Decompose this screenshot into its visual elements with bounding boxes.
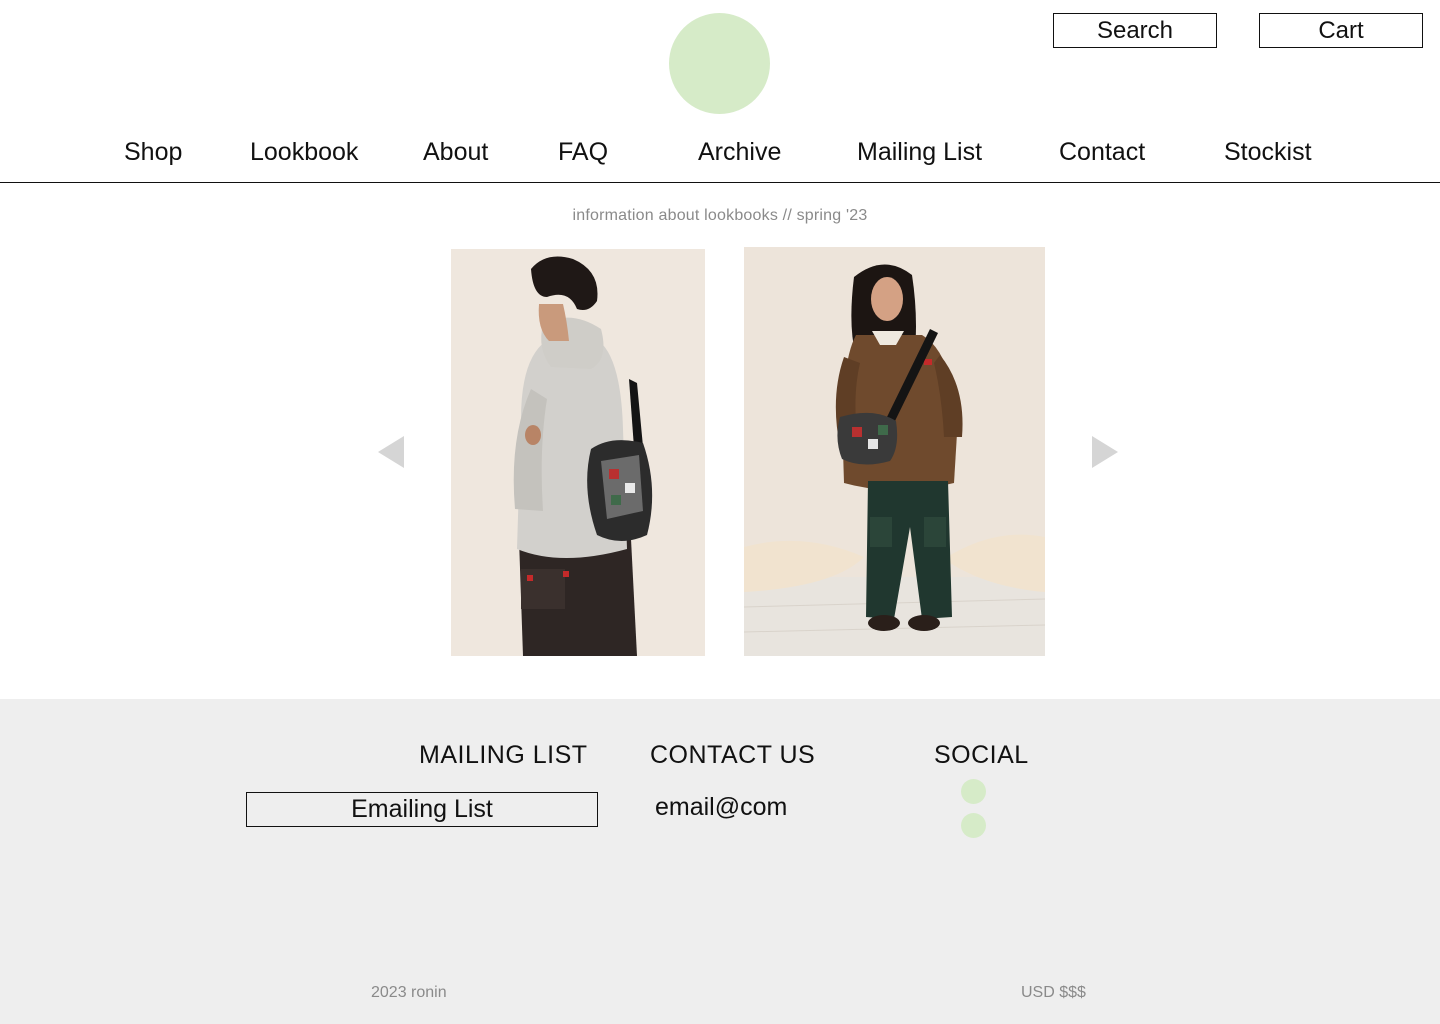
mailing-list-input[interactable]: Emailing List: [246, 792, 598, 827]
cart-button[interactable]: Cart: [1259, 13, 1423, 48]
search-button[interactable]: Search: [1053, 13, 1217, 48]
nav-item-lookbook[interactable]: Lookbook: [250, 138, 358, 167]
nav-item-faq[interactable]: FAQ: [558, 138, 608, 167]
nav-item-archive[interactable]: Archive: [698, 138, 781, 167]
site-footer: MAILING LIST Emailing List CONTACT US em…: [0, 699, 1440, 1024]
lookbook-photo-2[interactable]: [744, 247, 1045, 656]
nav-item-mailing-list[interactable]: Mailing List: [857, 138, 982, 167]
social-icon-1[interactable]: [961, 779, 986, 804]
mailing-list-heading: MAILING LIST: [419, 741, 588, 769]
main-nav: Shop Lookbook About FAQ Archive Mailing …: [0, 128, 1440, 183]
triangle-right-icon[interactable]: [1092, 436, 1118, 468]
social-icon-2[interactable]: [961, 813, 986, 838]
lookbook-subtitle: information about lookbooks // spring '2…: [572, 207, 868, 224]
nav-item-about[interactable]: About: [423, 138, 488, 167]
contact-email-link[interactable]: email@com: [655, 793, 787, 822]
nav-item-stockist[interactable]: Stockist: [1224, 138, 1312, 167]
lookbook-photo-1[interactable]: [451, 249, 705, 656]
nav-item-contact[interactable]: Contact: [1059, 138, 1145, 167]
logo-circle[interactable]: [669, 13, 770, 114]
contact-us-heading: CONTACT US: [650, 741, 816, 769]
currency-selector[interactable]: USD $$$: [1021, 984, 1086, 1002]
nav-item-shop[interactable]: Shop: [124, 138, 182, 167]
copyright-text: 2023 ronin: [371, 984, 447, 1001]
social-heading: SOCIAL: [934, 741, 1029, 769]
triangle-left-icon[interactable]: [378, 436, 404, 468]
